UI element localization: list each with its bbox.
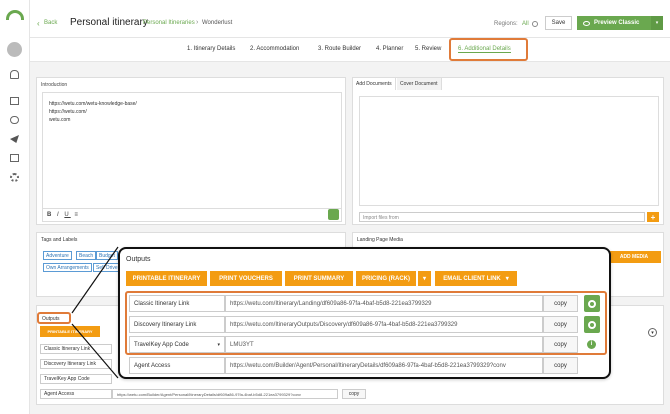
landing-label: Landing Page Media [357, 237, 403, 243]
step-4[interactable]: 4. Planner [376, 46, 403, 52]
regions-value[interactable]: All [522, 21, 529, 27]
small-printable-button[interactable]: PRINTABLE ITINERARY [40, 326, 100, 337]
step-2[interactable]: 2. Accommodation [250, 46, 299, 52]
chevron-down-icon: ▾ [505, 276, 509, 282]
travelkey-label: TravelKey App Code [134, 341, 189, 348]
step-5[interactable]: 5. Review [415, 46, 441, 52]
preview-classic-button[interactable]: Preview Classic [577, 16, 651, 30]
discovery-link-copy[interactable]: copy [543, 316, 578, 333]
home-icon[interactable] [10, 97, 19, 105]
info-icon[interactable]: i [587, 340, 596, 349]
steps-bar: 1. Itinerary Details 2. Accommodation 3.… [30, 38, 670, 62]
chevron-left-icon[interactable]: ‹ [37, 19, 40, 28]
regions-label: Regions: [494, 21, 518, 27]
intro-editor[interactable]: https://wetu.com/wetu-knowledge-base/ ht… [42, 92, 342, 222]
travelkey-copy[interactable]: copy [543, 336, 578, 353]
underline-icon[interactable]: U [64, 212, 70, 218]
bell-icon[interactable] [10, 70, 19, 79]
email-client-link-label: EMAIL CLIENT LINK [443, 275, 501, 282]
agent-access-copy[interactable]: copy [543, 357, 578, 374]
editor-toolbar: B I U ≡ [43, 208, 341, 222]
list-icon[interactable]: ≡ [74, 212, 80, 218]
intro-line-2: https://wetu.com/ [49, 109, 87, 115]
italic-icon[interactable]: I [57, 212, 61, 218]
save-button[interactable]: Save [545, 16, 572, 30]
add-file-button[interactable]: + [647, 212, 659, 222]
small-agent-url: https://wetu.com/Builder/Agent/Personal/… [112, 389, 338, 399]
tab-cover-document[interactable]: Cover Document [397, 78, 442, 90]
step-highlight [449, 38, 528, 61]
intro-line-3: wetu.com [49, 117, 71, 123]
gear-icon [588, 320, 596, 329]
discovery-link-field[interactable]: https://wetu.com/ItineraryOutputs/Discov… [225, 316, 543, 333]
classic-link-field[interactable]: https://wetu.com/Itinerary/Landing/df609… [225, 295, 543, 312]
image-icon[interactable] [10, 154, 19, 162]
small-outputs-label: Outputs [37, 312, 71, 324]
small-row-classic: Classic Itinerary Link [40, 344, 112, 354]
documents-panel: Add Documents Cover Document Import file… [352, 77, 664, 225]
page-title: Personal itinerary [70, 17, 148, 28]
settings-icon[interactable] [10, 173, 19, 182]
sidebar [0, 0, 30, 414]
documents-dropzone[interactable] [359, 96, 659, 206]
add-media-button[interactable]: ADD MEDIA [607, 251, 661, 263]
printable-itinerary-button[interactable]: PRINTABLE ITINERARY [126, 271, 207, 286]
step-1[interactable]: 1. Itinerary Details [187, 46, 235, 52]
gear-icon [588, 299, 596, 308]
chevron-down-icon: ▾ [217, 341, 220, 348]
print-vouchers-button[interactable]: PRINT VOUCHERS [210, 271, 282, 286]
right-select-chevron[interactable]: ▾ [648, 328, 657, 337]
logo-icon[interactable] [6, 10, 24, 20]
send-icon[interactable] [10, 135, 19, 143]
classic-link-label: Classic Itinerary Link [129, 295, 225, 312]
email-client-link-button[interactable]: EMAIL CLIENT LINK ▾ [435, 271, 517, 286]
preview-label: Preview Classic [594, 20, 640, 26]
tag-self-drive[interactable]: Self Drive [93, 263, 121, 272]
intro-panel: Introduction https://wetu.com/wetu-knowl… [36, 77, 346, 225]
tag-budget[interactable]: Budget [96, 251, 118, 260]
print-summary-button[interactable]: PRINT SUMMARY [285, 271, 353, 286]
outputs-title: Outputs [126, 256, 151, 263]
header: ‹ Back Personal itinerary Personal Itine… [30, 0, 670, 38]
breadcrumb-active[interactable]: Personal Itineraries [143, 20, 195, 26]
pricing-dropdown[interactable]: ▾ [418, 271, 431, 286]
outputs-callout: Outputs PRINTABLE ITINERARY PRINT VOUCHE… [118, 247, 611, 379]
classic-link-settings[interactable] [584, 295, 600, 312]
eye-icon [583, 20, 590, 26]
tag-adventure[interactable]: Adventure [43, 251, 72, 260]
users-icon[interactable] [10, 116, 19, 124]
tag-own-arrangements[interactable]: Own Arrangements [43, 263, 92, 272]
tab-add-documents[interactable]: Add Documents [353, 78, 396, 90]
discovery-link-settings[interactable] [584, 316, 600, 333]
step-3[interactable]: 3. Route Builder [318, 46, 361, 52]
preview-dropdown[interactable]: ▾ [651, 16, 663, 30]
small-row-agent: Agent Access [40, 389, 112, 399]
tags-label: Tags and Labels [41, 237, 78, 243]
breadcrumb-sep: › [196, 19, 199, 26]
intro-line-1: https://wetu.com/wetu-knowledge-base/ [49, 101, 137, 107]
avatar[interactable] [7, 42, 22, 57]
travelkey-code-field[interactable]: LMU3YT [225, 336, 543, 353]
info-icon[interactable] [532, 21, 538, 27]
breadcrumb-current: Wonderlust [202, 20, 233, 26]
classic-link-copy[interactable]: copy [543, 295, 578, 312]
bold-icon[interactable]: B [47, 212, 53, 218]
agent-access-field[interactable]: https://wetu.com/Builder/Agent/Personal/… [225, 357, 543, 374]
small-agent-copy[interactable]: copy [342, 389, 366, 399]
discovery-link-label: Discovery Itinerary Link [129, 316, 225, 333]
expand-icon[interactable] [328, 209, 339, 220]
agent-access-label: Agent Access [129, 357, 225, 374]
import-input[interactable]: Import files from [359, 212, 645, 222]
travelkey-select[interactable]: TravelKey App Code ▾ [129, 336, 225, 353]
pricing-rack-button[interactable]: PRICING (RACK) [356, 271, 416, 286]
small-row-travelkey[interactable]: TravelKey App Code [40, 374, 112, 384]
tag-beach[interactable]: Beach [76, 251, 97, 260]
back-link[interactable]: Back [44, 20, 57, 26]
small-row-discovery: Discovery Itinerary Link [40, 359, 112, 369]
intro-label: Introduction [41, 82, 68, 88]
